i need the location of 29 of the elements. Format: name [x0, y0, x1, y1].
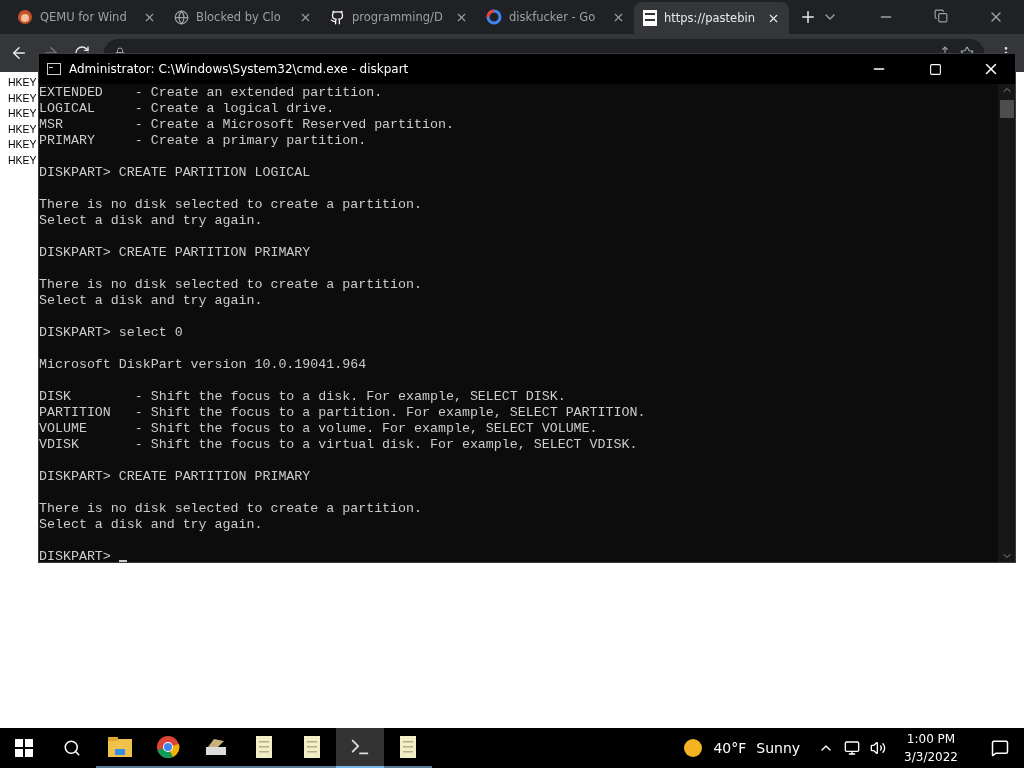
- console-line: DISKPART> select 0: [39, 325, 183, 341]
- page-text: HKEY: [8, 137, 37, 152]
- window-title: Administrator: C:\Windows\System32\cmd.exe - diskpart: [69, 62, 409, 76]
- weather-condition: Sunny: [756, 740, 801, 756]
- console-line: Select a disk and try again.: [39, 293, 263, 309]
- console-line: MSR - Create a Microsoft Reserved partition.: [39, 117, 454, 133]
- console-line: EXTENDED - Create an extended partition.: [39, 85, 383, 101]
- console-line: PARTITION - Shift the focus to a partition. For example, SELECT PARTITION.: [39, 405, 646, 421]
- console-prompt: DISKPART>: [39, 549, 111, 562]
- console-line: DISKPART> CREATE PARTITION PRIMARY: [39, 469, 311, 485]
- console-line: DISKPART> CREATE PARTITION PRIMARY: [39, 245, 311, 261]
- console-line: DISK - Shift the focus to a disk. For example, SELECT DISK.: [39, 389, 566, 405]
- console-line: PRIMARY - Create a primary partition.: [39, 133, 367, 149]
- console-line: Select a disk and try again.: [39, 517, 263, 533]
- console-line: LOGICAL - Create a logical drive.: [39, 101, 335, 117]
- temperature: 40°F: [713, 740, 747, 756]
- page-text: HKEY: [8, 90, 37, 106]
- page-text: HKEY: [8, 106, 37, 121]
- console-line: Microsoft DiskPart version 10.0.19041.964: [39, 357, 367, 373]
- console-line: Select a disk and try again.: [39, 213, 263, 229]
- page-text: HKEY: [8, 152, 37, 168]
- console-line: DISKPART> CREATE PARTITION LOGICAL: [39, 165, 311, 181]
- console-line: VOLUME - Shift the focus to a volume. For example, SELECT VOLUME.: [39, 421, 598, 437]
- page-text: HKEY: [8, 75, 37, 90]
- console-line: There is no disk selected to create a partition.: [39, 197, 422, 213]
- console-line: There is no disk selected to create a partition.: [39, 501, 422, 517]
- console-line: There is no disk selected to create a partition.: [39, 277, 422, 293]
- console-line: VDISK - Shift the focus to a virtual disk. For example, SELECT VDISK.: [39, 437, 638, 453]
- page-text: HKEY: [8, 121, 37, 137]
